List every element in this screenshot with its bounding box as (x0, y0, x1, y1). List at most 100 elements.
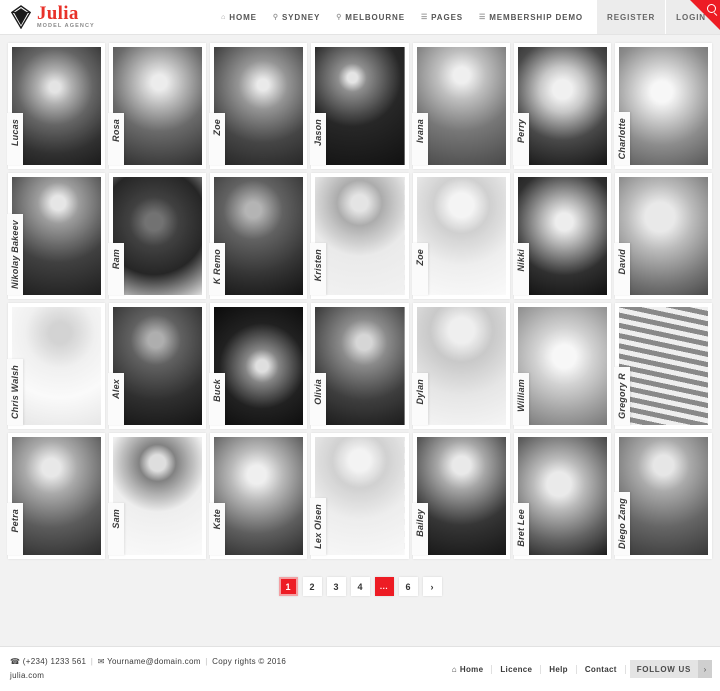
model-card[interactable]: Diego Zang (613, 433, 712, 559)
model-card[interactable]: Alex (108, 303, 207, 429)
model-name-tag: Petra (7, 503, 23, 555)
brand-logo[interactable]: Julia MODEL AGENCY (10, 4, 95, 30)
model-name-tag: Dylan (411, 373, 428, 425)
model-photo (113, 177, 203, 295)
model-name-tag: Lex Olsen (310, 498, 327, 555)
footer-contact-line: ☎ (+234) 1233 561 | ✉ Yourname@domain.co… (10, 655, 286, 669)
envelope-icon: ✉ (97, 657, 105, 666)
model-card[interactable]: William (512, 303, 611, 429)
model-name-tag: Perry (512, 113, 529, 165)
nav-item-melbourne[interactable]: ⚲ MELBOURNE (328, 13, 413, 22)
model-card[interactable]: Nikki (512, 173, 611, 299)
model-photo (214, 47, 304, 165)
footer-link-licence[interactable]: Licence (492, 664, 542, 674)
page-button-3[interactable]: 3 (326, 577, 346, 596)
nav-item-pages[interactable]: ☰ PAGES (413, 13, 471, 22)
footer-contact-info: ☎ (+234) 1233 561 | ✉ Yourname@domain.co… (10, 655, 286, 683)
model-name-tag: Olivia (310, 373, 327, 425)
model-card[interactable]: Sam (108, 433, 207, 559)
model-card[interactable]: Bret Lee (512, 433, 611, 559)
model-name-tag: William (512, 373, 529, 425)
model-photo (618, 177, 708, 295)
page-button-2[interactable]: 2 (302, 577, 322, 596)
model-photo (618, 437, 708, 555)
nav-label: MEMBERSHIP DEMO (489, 12, 584, 22)
page-button-ellipsis[interactable]: ... (374, 577, 394, 596)
model-name-tag: Ram (108, 243, 125, 295)
model-card[interactable]: K Remo (209, 173, 308, 299)
model-card[interactable]: Lucas (7, 43, 106, 169)
model-card[interactable]: Rosa (108, 43, 207, 169)
model-card[interactable]: Chris Walsh (7, 303, 106, 429)
nav-label: HOME (229, 12, 257, 22)
model-photo (416, 307, 506, 425)
model-card[interactable]: Jason (310, 43, 409, 169)
site-footer: ☎ (+234) 1233 561 | ✉ Yourname@domain.co… (0, 646, 720, 691)
model-card[interactable]: Ram (108, 173, 207, 299)
model-photo (517, 307, 607, 425)
model-card[interactable]: Zoe (411, 173, 510, 299)
gallery-row: Petra Sam Kate Lex Olsen Bailey Bret Lee… (7, 433, 712, 559)
model-card[interactable]: Dylan (411, 303, 510, 429)
model-photo (113, 47, 203, 165)
folder-icon: ☰ (479, 14, 487, 21)
footer-link-home[interactable]: ⌂ Home (444, 664, 493, 674)
model-card[interactable]: Gregory R (613, 303, 712, 429)
model-photo (12, 307, 102, 425)
model-card[interactable]: Kate (209, 433, 308, 559)
model-card[interactable]: Kristen (310, 173, 409, 299)
model-name-tag: K Remo (209, 243, 226, 295)
model-photo (517, 47, 607, 165)
footer-email[interactable]: Yourname@domain.com (107, 657, 201, 666)
nav-label: SYDNEY (281, 12, 321, 22)
chevron-right-icon: › (698, 660, 712, 678)
search-button[interactable] (690, 0, 720, 30)
model-card[interactable]: Charlotte (613, 43, 712, 169)
model-name-tag: Kristen (310, 243, 327, 295)
model-name-tag: Gregory R (613, 367, 630, 425)
model-card[interactable]: Bailey (411, 433, 510, 559)
model-name-tag: Bailey (411, 503, 428, 555)
model-card[interactable]: Perry (512, 43, 611, 169)
folder-icon: ☰ (420, 14, 429, 21)
follow-us-label: FOLLOW US (629, 660, 698, 678)
follow-us-button[interactable]: FOLLOW US › (629, 660, 712, 678)
nav-label: MELBOURNE (345, 12, 405, 22)
model-name-tag: Bret Lee (512, 503, 529, 555)
page-button-1[interactable]: 1 (278, 577, 298, 596)
model-name-tag: Diego Zang (613, 492, 630, 555)
model-photo (315, 307, 405, 425)
model-card[interactable]: David (613, 173, 712, 299)
model-name-tag: Chris Walsh (7, 358, 23, 425)
phone-icon: ☎ (10, 657, 21, 666)
model-card[interactable]: Olivia (310, 303, 409, 429)
model-photo (517, 437, 607, 555)
model-photo (315, 47, 405, 165)
model-card[interactable]: Petra (7, 433, 106, 559)
model-card[interactable]: Ivana (411, 43, 510, 169)
model-photo (214, 177, 304, 295)
brand-name: Julia (37, 3, 79, 25)
nav-item-home[interactable]: ⌂ HOME (213, 13, 265, 22)
model-card[interactable]: Buck (209, 303, 308, 429)
model-photo (416, 437, 506, 555)
model-card[interactable]: Zoe (209, 43, 308, 169)
model-name-tag: Nikolay Bakeev (7, 214, 23, 295)
register-button[interactable]: REGISTER (597, 0, 667, 34)
diamond-icon (10, 5, 32, 29)
model-photo (113, 307, 203, 425)
page-button-next[interactable]: › (422, 577, 442, 596)
model-photo (12, 437, 102, 555)
model-card[interactable]: Lex Olsen (310, 433, 409, 559)
model-name-tag: Jason (310, 113, 327, 165)
model-name-tag: Zoe (411, 243, 428, 295)
nav-item-membership-demo[interactable]: ☰ MEMBERSHIP DEMO (471, 13, 591, 22)
nav-item-sydney[interactable]: ⚲ SYDNEY (265, 13, 328, 22)
page-button-6[interactable]: 6 (398, 577, 418, 596)
footer-link-help[interactable]: Help (541, 664, 577, 674)
page-button-4[interactable]: 4 (350, 577, 370, 596)
site-header: Julia MODEL AGENCY ⌂ HOME ⚲ SYDNEY ⚲ MEL… (0, 0, 720, 35)
model-name-tag: Kate (209, 503, 226, 555)
model-card[interactable]: Nikolay Bakeev (7, 173, 106, 299)
footer-link-contact[interactable]: Contact (577, 664, 626, 674)
